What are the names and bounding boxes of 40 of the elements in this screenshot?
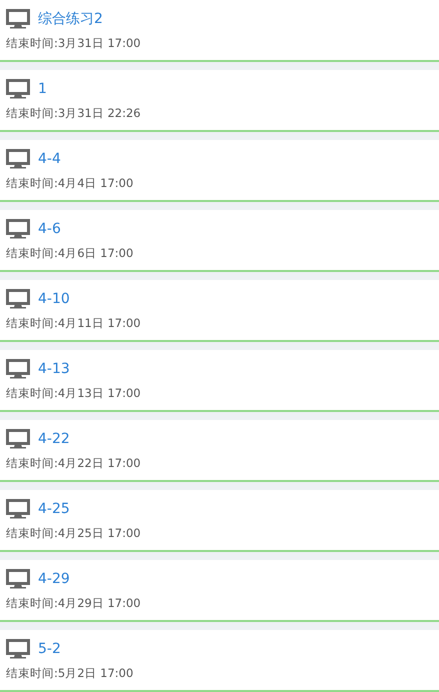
monitor-icon — [6, 359, 30, 379]
task-card[interactable]: 4-25 结束时间:4月25日 17:00 — [0, 490, 439, 552]
task-card[interactable]: 4-4 结束时间:4月4日 17:00 — [0, 140, 439, 202]
monitor-icon — [6, 9, 30, 29]
task-title[interactable]: 综合练习2 — [38, 10, 103, 28]
end-time: 结束时间:4月13日 17:00 — [6, 386, 142, 401]
monitor-icon — [6, 639, 30, 659]
task-title[interactable]: 4-6 — [38, 221, 61, 237]
task-title[interactable]: 4-22 — [38, 431, 70, 447]
task-title[interactable]: 4-13 — [38, 361, 70, 377]
task-card[interactable]: 5-2 结束时间:5月2日 17:00 — [0, 630, 439, 692]
task-card[interactable]: 4-13 结束时间:4月13日 17:00 — [0, 350, 439, 412]
task-card[interactable]: 4-22 结束时间:4月22日 17:00 — [0, 420, 439, 482]
monitor-icon — [6, 79, 30, 99]
task-card[interactable]: 4-6 结束时间:4月6日 17:00 — [0, 210, 439, 272]
monitor-icon — [6, 499, 30, 519]
task-card[interactable]: 4-29 结束时间:4月29日 17:00 — [0, 560, 439, 622]
end-time: 结束时间:4月25日 17:00 — [6, 526, 142, 541]
task-title[interactable]: 4-10 — [38, 291, 70, 307]
end-time: 结束时间:3月31日 22:26 — [6, 106, 142, 121]
monitor-icon — [6, 429, 30, 449]
task-title[interactable]: 5-2 — [38, 641, 61, 657]
monitor-icon — [6, 149, 30, 169]
end-time: 结束时间:4月4日 17:00 — [6, 176, 134, 191]
end-time: 结束时间:4月11日 17:00 — [6, 316, 142, 331]
task-title[interactable]: 4-29 — [38, 571, 70, 587]
end-time: 结束时间:4月29日 17:00 — [6, 596, 142, 611]
end-time: 结束时间:3月31日 17:00 — [6, 36, 142, 51]
end-time: 结束时间:4月6日 17:00 — [6, 246, 134, 261]
monitor-icon — [6, 569, 30, 589]
task-card[interactable]: 4-10 结束时间:4月11日 17:00 — [0, 280, 439, 342]
task-title[interactable]: 4-4 — [38, 151, 61, 167]
task-title[interactable]: 1 — [38, 81, 47, 97]
end-time: 结束时间:4月22日 17:00 — [6, 456, 142, 471]
task-card[interactable]: 综合练习2 结束时间:3月31日 17:00 — [0, 0, 439, 62]
monitor-icon — [6, 219, 30, 239]
end-time: 结束时间:5月2日 17:00 — [6, 666, 134, 681]
monitor-icon — [6, 289, 30, 309]
task-title[interactable]: 4-25 — [38, 501, 70, 517]
task-card[interactable]: 1 结束时间:3月31日 22:26 — [0, 70, 439, 132]
